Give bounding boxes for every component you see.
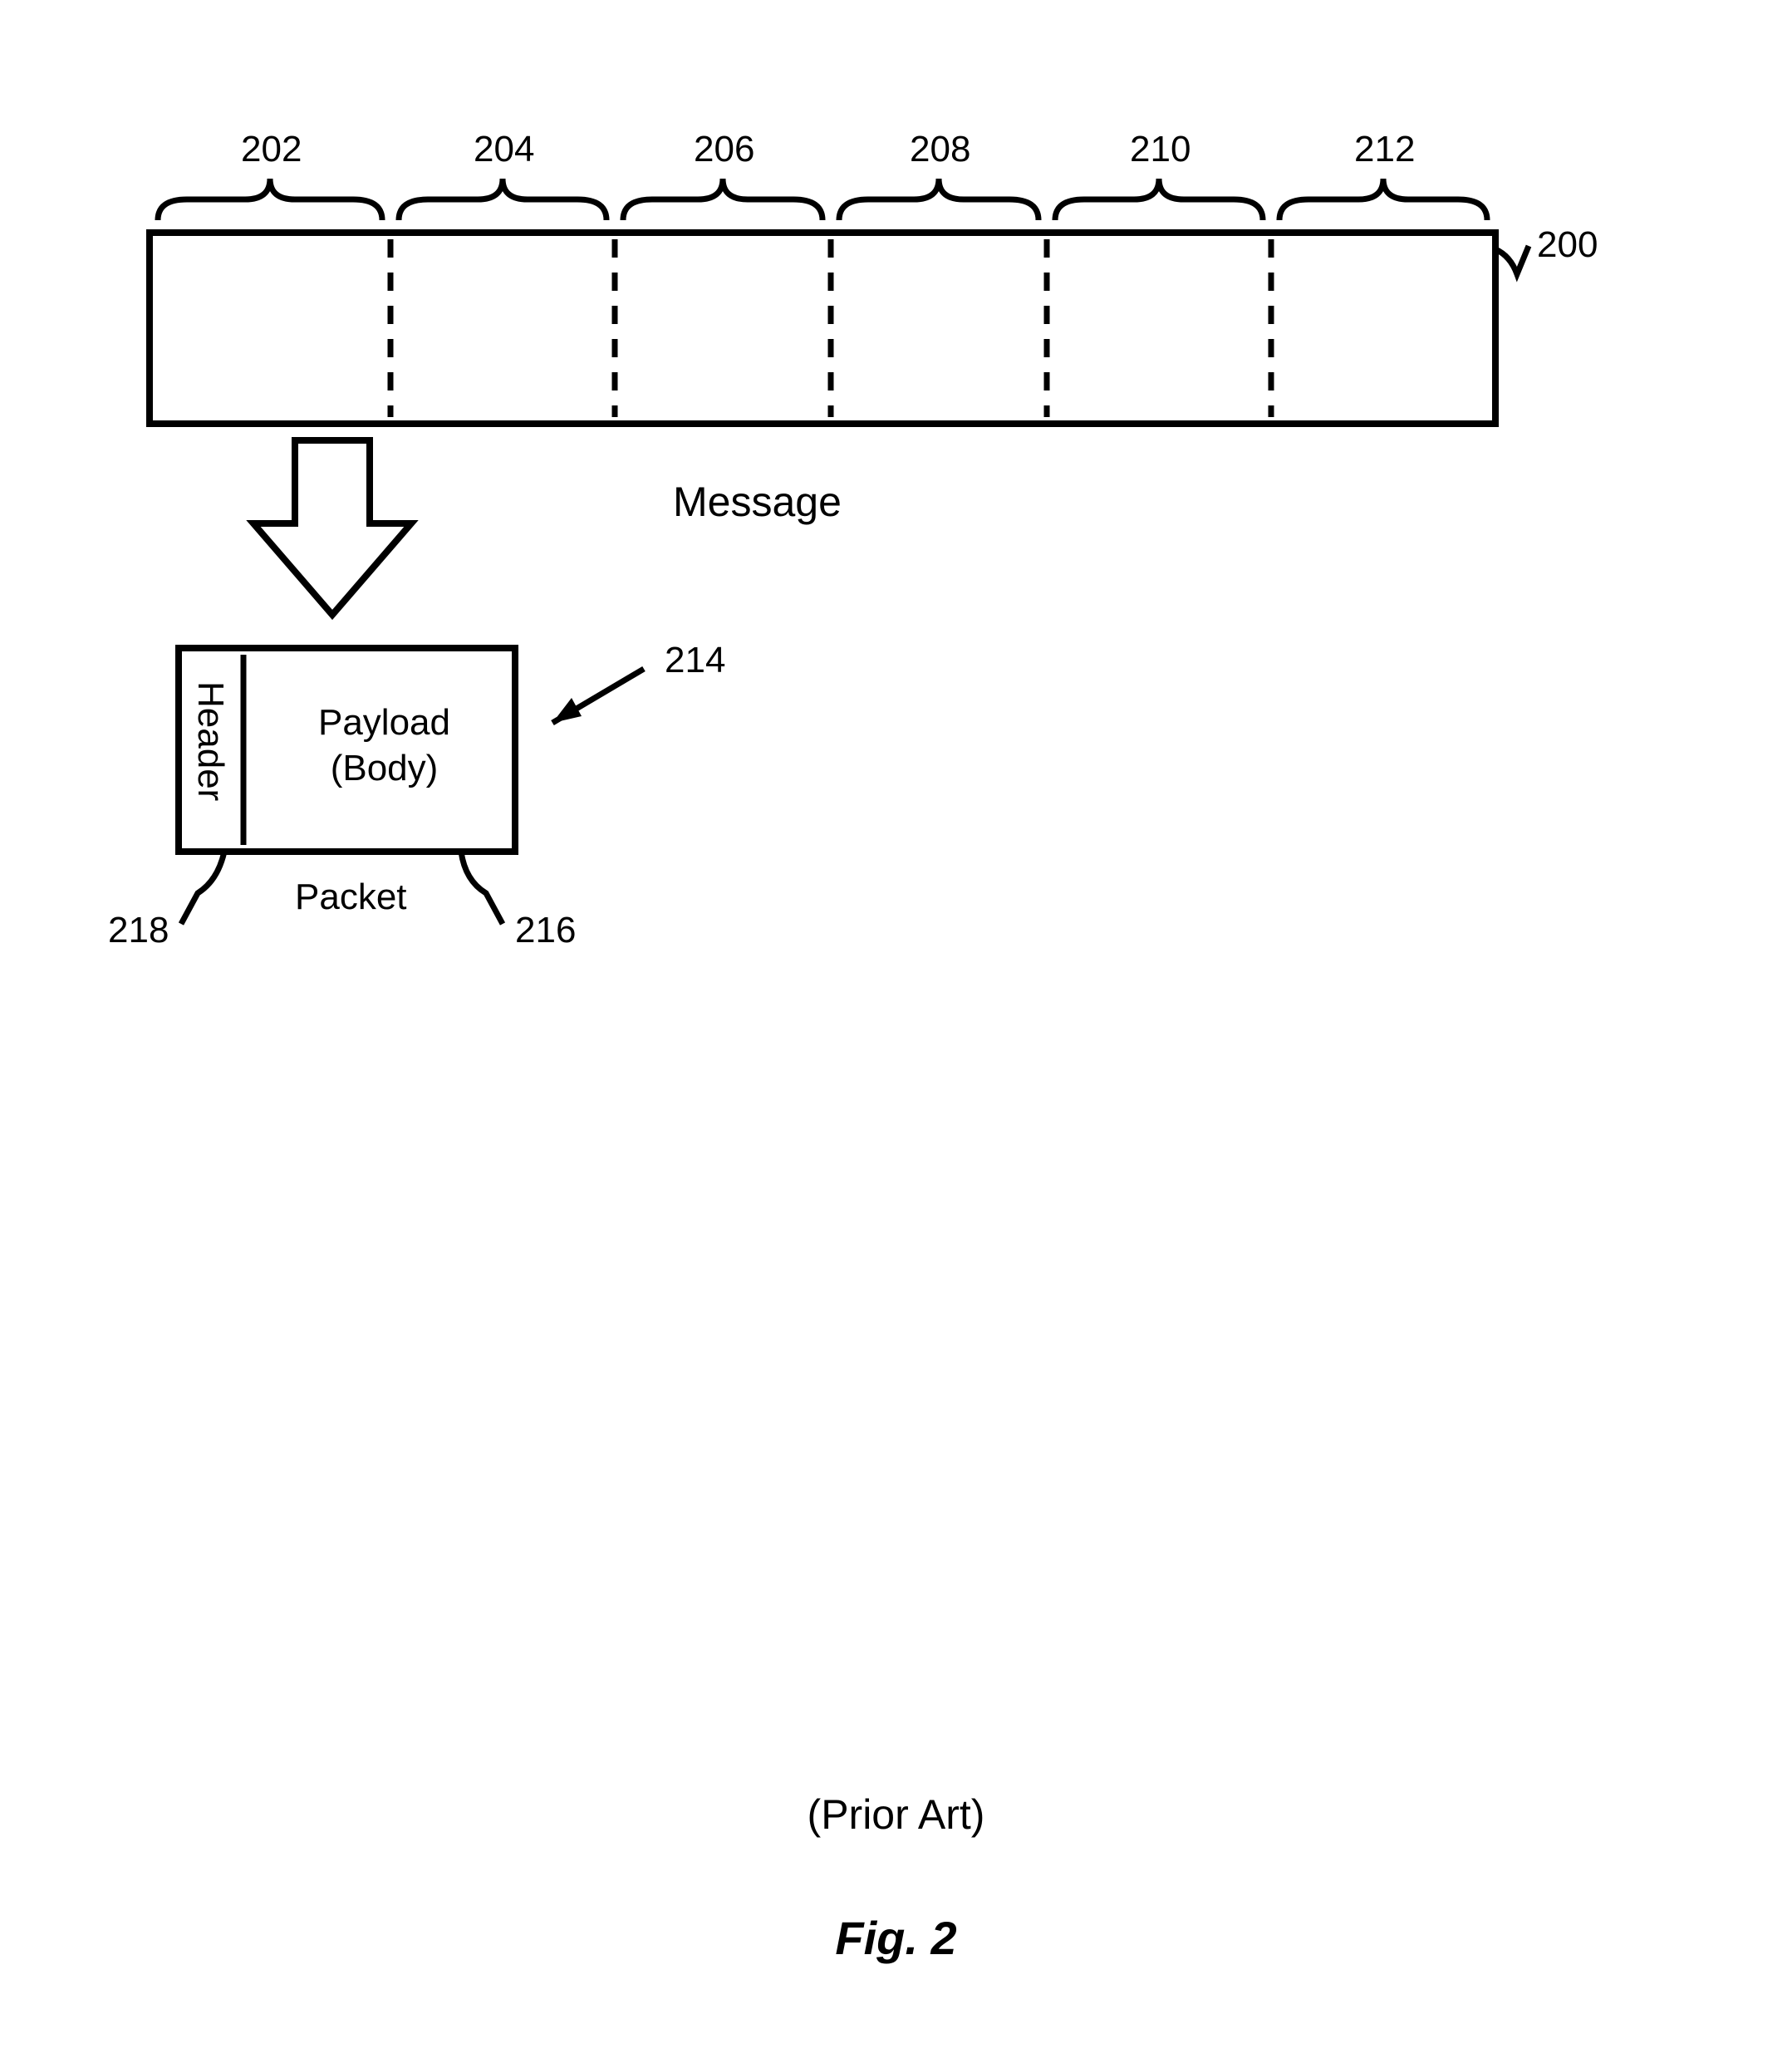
label-packet: Packet: [295, 877, 407, 918]
label-payload-2: (Body): [262, 748, 507, 789]
label-payload-1: Payload: [262, 702, 507, 744]
diagram-canvas: 202 204 206 208 210 212 200 Message Head…: [0, 0, 1792, 2058]
label-204: 204: [474, 129, 534, 170]
label-202: 202: [241, 129, 302, 170]
brace-210: [1055, 179, 1263, 220]
leader-216: [461, 852, 503, 924]
brace-206: [623, 179, 822, 220]
brace-204: [399, 179, 606, 220]
leader-200: [1495, 246, 1529, 274]
label-200: 200: [1537, 224, 1598, 266]
label-prior-art: (Prior Art): [0, 1790, 1792, 1839]
label-212: 212: [1354, 129, 1415, 170]
label-214: 214: [665, 640, 725, 681]
leader-214-head: [552, 698, 582, 723]
label-header: Header: [189, 681, 231, 801]
label-206: 206: [694, 129, 754, 170]
label-218: 218: [108, 910, 169, 951]
down-arrow: [253, 440, 411, 615]
message-box: [150, 233, 1495, 424]
label-message: Message: [673, 478, 842, 526]
label-216: 216: [515, 910, 576, 951]
label-210: 210: [1130, 129, 1191, 170]
diagram-svg: [0, 0, 1792, 2058]
leader-218: [181, 852, 224, 924]
brace-208: [839, 179, 1038, 220]
brace-212: [1279, 179, 1487, 220]
label-figure: Fig. 2: [0, 1911, 1792, 1965]
brace-202: [158, 179, 382, 220]
label-208: 208: [910, 129, 970, 170]
